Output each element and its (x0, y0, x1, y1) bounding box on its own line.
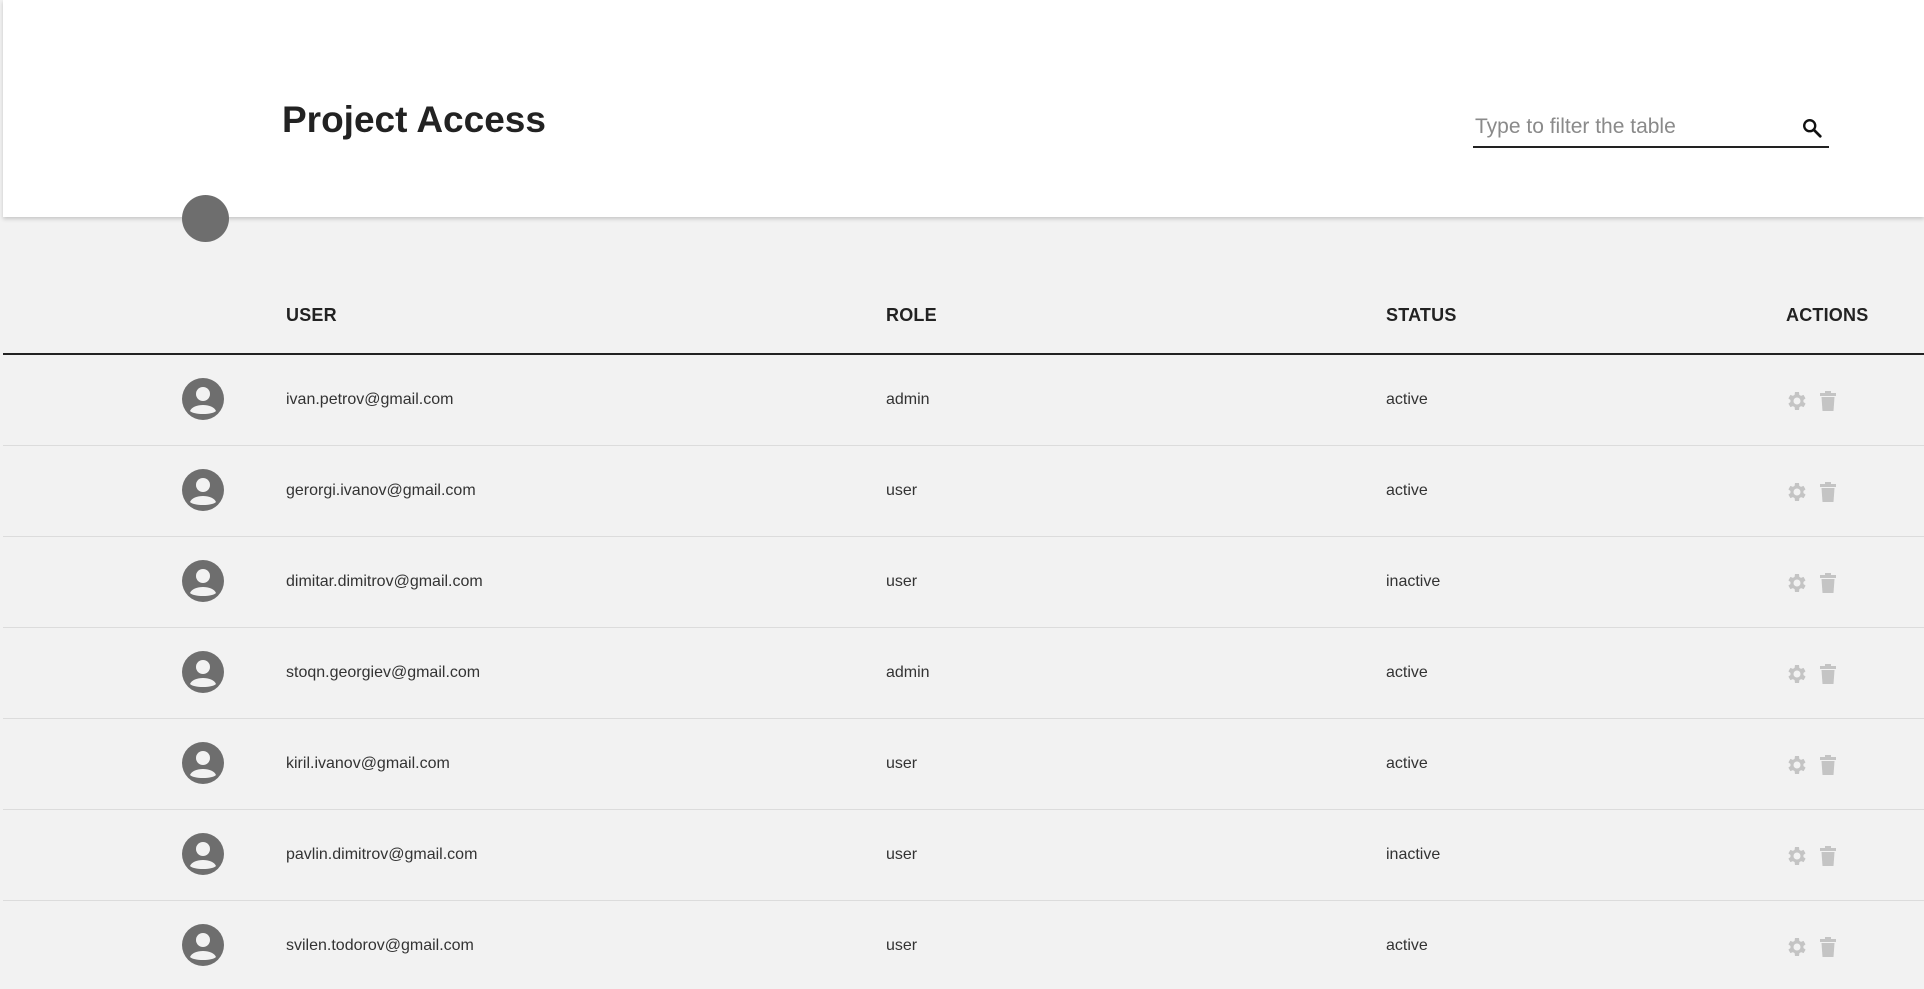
user-email: dimitar.dimitrov@gmail.com (286, 573, 483, 590)
user-email: stoqn.georgiev@gmail.com (286, 664, 481, 681)
project-access-page: Project Access USER ROLE STATUS ACTIONS … (0, 0, 1924, 989)
user-status: active (1386, 391, 1428, 408)
user-role: admin (886, 664, 930, 681)
trash-icon[interactable] (1818, 845, 1838, 867)
table-row[interactable]: kiril.ivanov@gmail.com user active (3, 719, 1924, 810)
trash-icon[interactable] (1818, 936, 1838, 958)
user-avatar-icon (182, 742, 224, 784)
user-email: svilen.todorov@gmail.com (286, 937, 474, 954)
page-title: Project Access (282, 99, 546, 140)
gear-icon[interactable] (1784, 662, 1808, 686)
search-icon[interactable] (1801, 117, 1823, 139)
page-header: Project Access (3, 0, 1924, 217)
table-body: ivan.petrov@gmail.com admin active gerorgi.… (3, 355, 1924, 989)
search-box (1473, 110, 1829, 148)
trash-icon[interactable] (1818, 481, 1838, 503)
row-actions (1784, 662, 1844, 686)
user-avatar-icon (182, 651, 224, 693)
gear-icon[interactable] (1784, 935, 1808, 959)
trash-icon[interactable] (1818, 754, 1838, 776)
column-header-actions: ACTIONS (1786, 305, 1869, 325)
user-email: gerorgi.ivanov@gmail.com (286, 482, 476, 499)
user-email: pavlin.dimitrov@gmail.com (286, 846, 478, 863)
row-actions (1784, 753, 1844, 777)
add-user-button[interactable] (182, 195, 229, 242)
table-row[interactable]: dimitar.dimitrov@gmail.com user inactive (3, 537, 1924, 628)
row-actions (1784, 935, 1844, 959)
user-role: user (886, 755, 918, 772)
row-actions (1784, 480, 1844, 504)
column-header-role[interactable]: ROLE (886, 305, 937, 326)
user-email: ivan.petrov@gmail.com (286, 391, 454, 408)
user-status: active (1386, 937, 1428, 954)
gear-icon[interactable] (1784, 753, 1808, 777)
user-role: admin (886, 391, 930, 408)
table-row[interactable]: gerorgi.ivanov@gmail.com user active (3, 446, 1924, 537)
table-row[interactable]: stoqn.georgiev@gmail.com admin active (3, 628, 1924, 719)
row-actions (1784, 571, 1844, 595)
user-email: kiril.ivanov@gmail.com (286, 755, 450, 772)
gear-icon[interactable] (1784, 571, 1808, 595)
user-status: inactive (1386, 846, 1441, 863)
user-avatar-icon (182, 469, 224, 511)
user-role: user (886, 482, 918, 499)
search-input[interactable] (1475, 110, 1785, 144)
user-avatar-icon (182, 833, 224, 875)
table-row[interactable]: pavlin.dimitrov@gmail.com user inactive (3, 810, 1924, 901)
gear-icon[interactable] (1784, 389, 1808, 413)
trash-icon[interactable] (1818, 390, 1838, 412)
gear-icon[interactable] (1784, 844, 1808, 868)
user-avatar-icon (182, 560, 224, 602)
table-row[interactable]: ivan.petrov@gmail.com admin active (3, 355, 1924, 446)
table-header: USER ROLE STATUS ACTIONS (3, 283, 1924, 355)
user-role: user (886, 937, 918, 954)
trash-icon[interactable] (1818, 663, 1838, 685)
user-role: user (886, 573, 918, 590)
user-status: active (1386, 664, 1428, 681)
user-status: active (1386, 755, 1428, 772)
column-header-user[interactable]: USER (286, 305, 337, 326)
user-avatar-icon (182, 924, 224, 966)
row-actions (1784, 844, 1844, 868)
trash-icon[interactable] (1818, 572, 1838, 594)
column-header-status[interactable]: STATUS (1386, 305, 1457, 326)
user-avatar-icon (182, 378, 224, 420)
user-status: active (1386, 482, 1428, 499)
row-actions (1784, 389, 1844, 413)
table-row[interactable]: svilen.todorov@gmail.com user active (3, 901, 1924, 989)
user-role: user (886, 846, 918, 863)
gear-icon[interactable] (1784, 480, 1808, 504)
user-status: inactive (1386, 573, 1441, 590)
